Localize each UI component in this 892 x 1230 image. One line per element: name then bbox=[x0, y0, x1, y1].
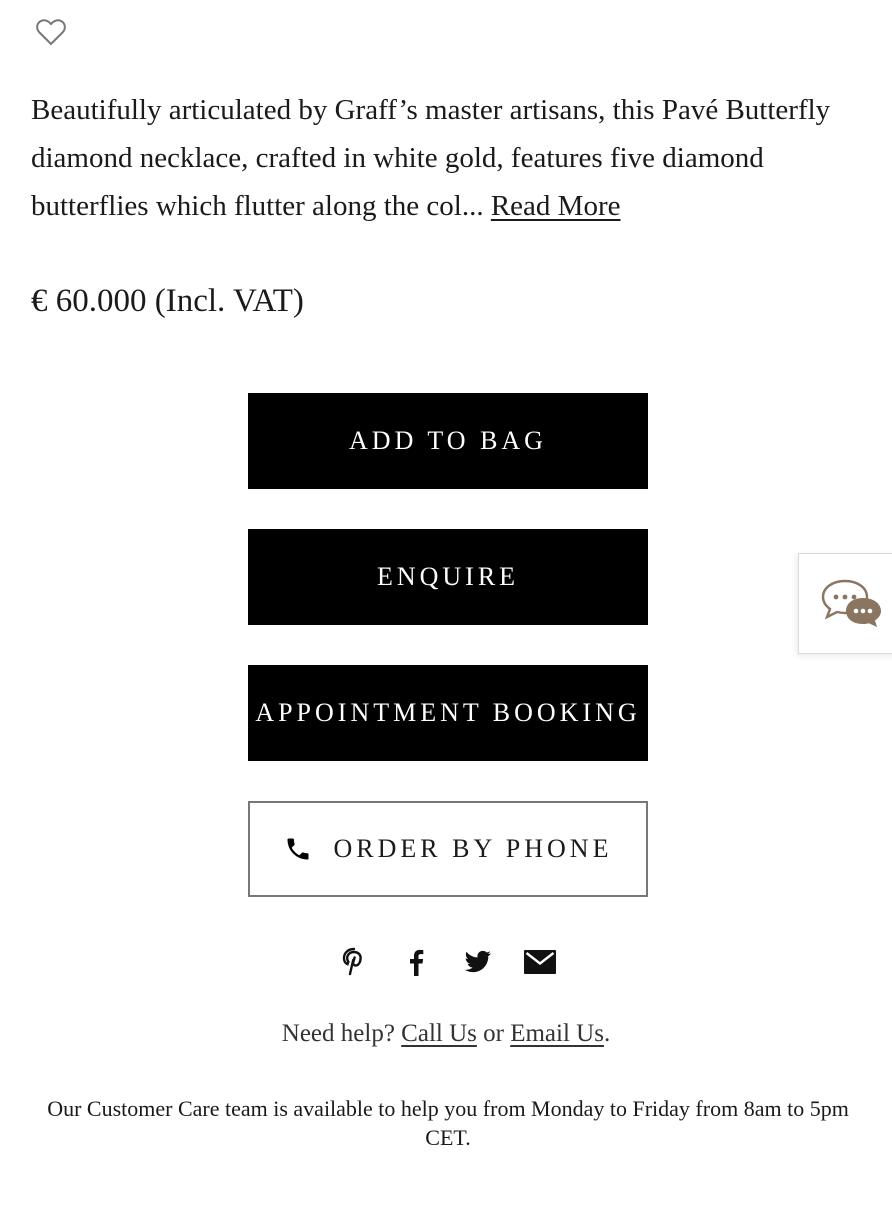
live-chat-button[interactable] bbox=[798, 553, 892, 654]
share-bar bbox=[336, 944, 576, 980]
add-to-bag-label: ADD TO BAG bbox=[349, 426, 547, 455]
twitter-icon[interactable] bbox=[460, 944, 496, 980]
appointment-booking-button[interactable]: APPOINTMENT BOOKING bbox=[248, 665, 648, 761]
call-us-link[interactable]: Call Us bbox=[401, 1020, 477, 1047]
help-line: Need help? Call Us or Email Us. bbox=[0, 1015, 892, 1053]
appointment-booking-label: APPOINTMENT BOOKING bbox=[255, 698, 641, 727]
facebook-icon[interactable] bbox=[398, 944, 434, 980]
product-price: € 60.000 (Incl. VAT) bbox=[31, 283, 304, 319]
product-detail-panel: Beautifully articulated by Graff’s maste… bbox=[0, 0, 892, 1230]
enquire-label: ENQUIRE bbox=[376, 562, 520, 591]
add-to-bag-button[interactable]: ADD TO BAG bbox=[248, 393, 648, 489]
email-icon[interactable] bbox=[522, 944, 558, 980]
chat-bubbles-icon bbox=[821, 579, 881, 627]
help-or: or bbox=[483, 1020, 504, 1047]
phone-icon bbox=[287, 838, 309, 860]
enquire-button[interactable]: ENQUIRE bbox=[248, 529, 648, 625]
email-us-link[interactable]: Email Us bbox=[510, 1020, 604, 1047]
help-suffix: . bbox=[603, 1020, 611, 1047]
product-description: Beautifully articulated by Graff’s maste… bbox=[31, 86, 866, 230]
description-text: Beautifully articulated by Graff’s maste… bbox=[31, 94, 831, 222]
help-prefix: Need help? bbox=[281, 1020, 395, 1047]
read-more-link[interactable]: Read More bbox=[491, 190, 621, 222]
customer-care-hours: Our Customer Care team is available to h… bbox=[47, 1096, 849, 1150]
pinterest-icon[interactable] bbox=[336, 944, 372, 980]
heart-outline-icon[interactable] bbox=[33, 14, 69, 50]
order-by-phone-label: ORDER BY PHONE bbox=[333, 834, 613, 863]
order-by-phone-button[interactable]: ORDER BY PHONE bbox=[248, 801, 648, 897]
